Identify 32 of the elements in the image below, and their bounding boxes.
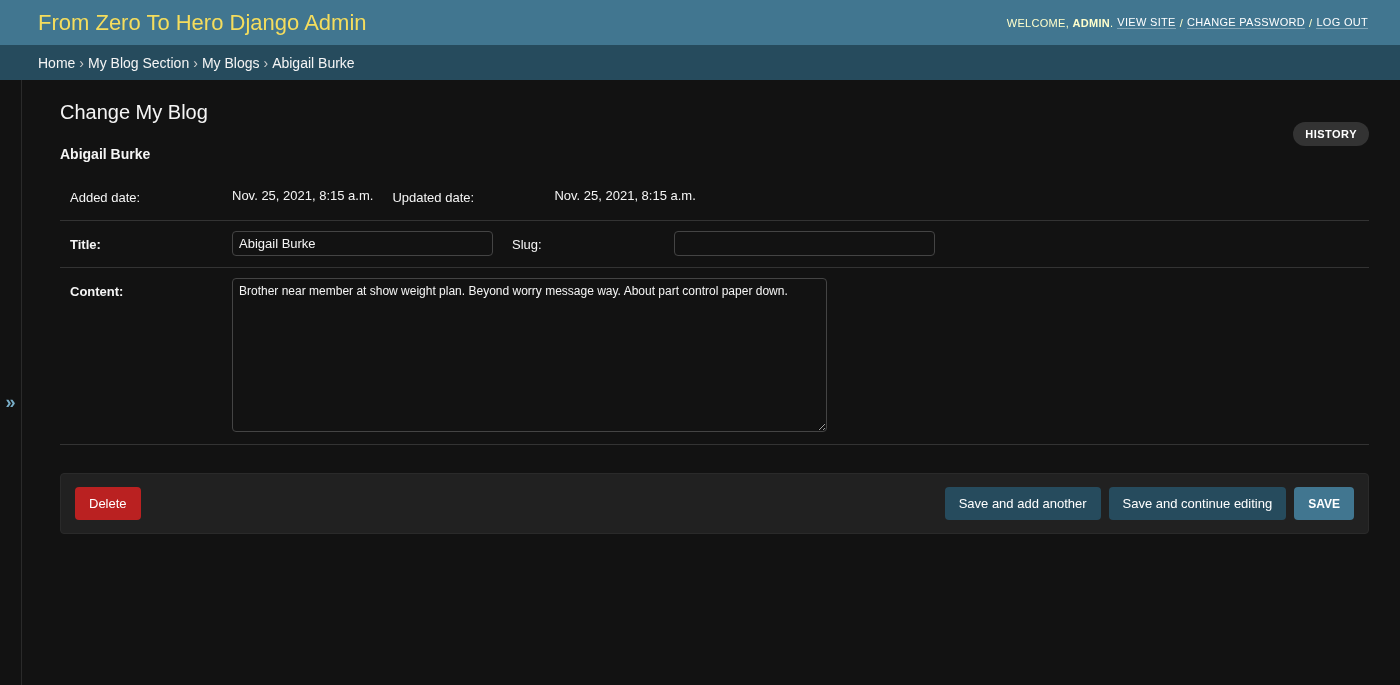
site-title: From Zero To Hero Django Admin <box>38 9 367 36</box>
field-label: Added date: <box>70 189 142 205</box>
header-link[interactable]: LOG OUT <box>1316 16 1368 29</box>
field-label: Updated date: <box>392 189 476 205</box>
history-button[interactable]: HISTORY <box>1293 122 1369 146</box>
field-label: Slug: <box>512 236 543 252</box>
breadcrumb-link[interactable]: Home <box>38 54 76 71</box>
separator-text: / <box>1309 16 1313 29</box>
object-title: Abigail Burke <box>60 146 152 162</box>
field-label: Title: <box>70 236 102 252</box>
page-title: Change My Blog <box>60 101 208 124</box>
field-value: Nov. 25, 2021, 8:15 a.m. <box>554 187 696 203</box>
separator-text: / <box>1179 16 1184 29</box>
field-label: Content: <box>70 283 125 299</box>
header-link[interactable]: CHANGE PASSWORD <box>1187 16 1306 29</box>
breadcrumb-link[interactable]: My Blogs <box>201 54 260 71</box>
save-button[interactable]: Save and continue editing <box>1108 487 1287 520</box>
delete-button[interactable]: Delete <box>75 487 141 520</box>
save-button[interactable]: SAVE <box>1294 487 1354 520</box>
breadcrumb-current: Abigail Burke <box>272 54 355 71</box>
breadcrumb-separator: › <box>193 54 198 71</box>
welcome-text: WELCOME, ADMIN. <box>1006 16 1114 29</box>
breadcrumb-link[interactable]: My Blog Section <box>88 54 190 71</box>
field-value: Nov. 25, 2021, 8:15 a.m. <box>232 187 374 203</box>
sidebar-toggle[interactable]: » <box>5 392 16 413</box>
header-link[interactable]: VIEW SITE <box>1117 16 1176 29</box>
breadcrumb-separator: › <box>263 54 269 71</box>
save-button[interactable]: Save and add another <box>944 487 1101 520</box>
breadcrumb-separator: › <box>79 54 85 71</box>
text-field[interactable]: Abigail Burke <box>232 231 493 256</box>
text-area[interactable]: Brother near member at show weight plan. Beyond worry message way. About part control paper down. <box>232 278 827 432</box>
text-field[interactable] <box>674 231 935 256</box>
